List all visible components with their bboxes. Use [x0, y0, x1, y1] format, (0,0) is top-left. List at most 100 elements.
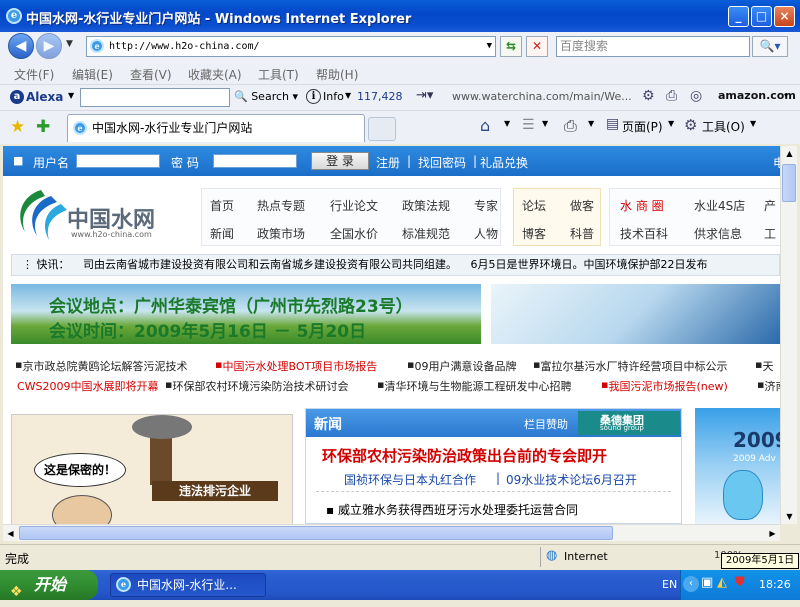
nav-guest[interactable]: 做客: [570, 197, 594, 214]
scroll-thumb-horizontal[interactable]: [19, 526, 613, 540]
home-icon[interactable]: ⌂: [480, 116, 490, 135]
close-button[interactable]: ×: [774, 6, 795, 27]
alexa-info-button[interactable]: Info: [323, 90, 344, 103]
address-bar[interactable]: e http://www.h2o-china.com/ ▼: [86, 36, 496, 57]
cartoon-image[interactable]: 这是保密的！ 违法排污企业: [11, 414, 293, 524]
scroll-left-icon[interactable]: ◀: [3, 526, 18, 541]
nav-hot-topics[interactable]: 热点专题: [257, 197, 305, 214]
ticker-item-2[interactable]: 6月5日是世界环境日。中国环境保护部22日发布: [471, 258, 708, 271]
nav-expert[interactable]: 专家: [474, 197, 498, 214]
alexa-search-input[interactable]: [80, 88, 230, 107]
feeds-icon[interactable]: ☰: [522, 117, 535, 133]
nav-news[interactable]: 新闻: [210, 225, 234, 242]
link-2-1[interactable]: CWS2009中国水展即将开幕: [17, 378, 159, 394]
title-bar[interactable]: e 中国水网-水行业专业门户网站 - Windows Internet Expl…: [0, 0, 800, 32]
banner-water-image[interactable]: [491, 284, 780, 344]
tab-active[interactable]: e 中国水网-水行业专业门户网站: [67, 114, 365, 142]
taskbar-ie-window[interactable]: e 中国水网-水行业...: [110, 573, 266, 597]
nav-standards[interactable]: 标准规范: [402, 225, 450, 242]
scroll-up-icon[interactable]: ▲: [782, 146, 797, 161]
tray-volume-icon[interactable]: ◭: [717, 575, 727, 590]
gift-link[interactable]: 礼品兑换: [480, 154, 528, 171]
nav-blog[interactable]: 博客: [522, 225, 546, 242]
horizontal-scrollbar[interactable]: ◀ ▶: [3, 524, 780, 541]
scroll-thumb-vertical[interactable]: [782, 164, 796, 202]
alexa-tool-icon[interactable]: ⚙: [642, 88, 655, 104]
find-password-link[interactable]: 找回密码: [418, 154, 466, 171]
history-dropdown-icon[interactable]: ▼: [66, 39, 73, 49]
feeds-dropdown-icon[interactable]: ▼: [542, 119, 548, 128]
nav-business-circle[interactable]: 水 商 圈: [620, 197, 664, 214]
nav-product[interactable]: 产: [764, 197, 776, 214]
print-icon[interactable]: ⎙: [564, 116, 577, 136]
favorites-star-icon[interactable]: ★: [10, 117, 25, 137]
nav-home[interactable]: 首页: [210, 197, 234, 214]
start-button[interactable]: ❖ 开始: [0, 570, 98, 600]
login-button[interactable]: 登 录: [311, 152, 369, 170]
ticker-item-1[interactable]: 司由云南省城市建设投资有限公司和云南省城乡建设投资有限公司共同组建。: [83, 258, 457, 271]
news-sub-2[interactable]: 09水业技术论坛6月召开: [506, 471, 637, 488]
tray-network-icon[interactable]: ▣: [701, 575, 713, 590]
nav-4s-store[interactable]: 水业4S店: [694, 197, 745, 214]
expo-ad[interactable]: 2009 2009 Adv: [695, 408, 780, 524]
register-link[interactable]: 注册: [376, 154, 400, 171]
scroll-right-icon[interactable]: ▶: [765, 526, 780, 541]
tray-expand-icon[interactable]: ‹: [683, 576, 699, 592]
news-headline[interactable]: 环保部农村污染防治政策出台前的专会即开: [322, 445, 607, 466]
maximize-button[interactable]: □: [751, 6, 772, 27]
alexa-search-button[interactable]: 🔍 Search ▾: [234, 90, 298, 103]
smoke: [132, 415, 192, 439]
minimize-button[interactable]: _: [728, 6, 749, 27]
clock[interactable]: 18:26: [759, 578, 791, 591]
menu-tools[interactable]: 工具(T): [258, 66, 299, 83]
search-input[interactable]: 百度搜索: [556, 36, 750, 57]
page-menu[interactable]: 页面(P): [622, 118, 663, 135]
alexa-dropdown-icon[interactable]: ▼: [68, 91, 74, 100]
vertical-scrollbar[interactable]: ▲ ▼: [780, 146, 797, 524]
scroll-down-icon[interactable]: ▼: [782, 509, 797, 524]
username-input[interactable]: [76, 154, 160, 168]
nav-engineering[interactable]: 工: [764, 225, 776, 242]
search-button[interactable]: 🔍▾: [752, 36, 788, 57]
conference-banner[interactable]: 会议地点：广州华泰宾馆（广州市先烈路23号） 会议时间：2009年5月16日 －…: [11, 284, 481, 344]
info-icon[interactable]: i: [306, 89, 321, 104]
alexa-print-icon[interactable]: ⎙: [666, 88, 677, 104]
tray-shield-icon[interactable]: ⛊: [735, 575, 745, 590]
home-dropdown-icon[interactable]: ▼: [504, 119, 510, 128]
tools-menu[interactable]: 工具(O): [702, 118, 745, 135]
news-title[interactable]: 新闻: [314, 414, 342, 434]
page-dropdown-icon[interactable]: ▼: [668, 119, 674, 128]
nav-market[interactable]: 政策市场: [257, 225, 305, 242]
stop-button[interactable]: ✕: [526, 36, 548, 57]
print-dropdown-icon[interactable]: ▼: [588, 119, 594, 128]
nav-science[interactable]: 科普: [570, 225, 594, 242]
refresh-button[interactable]: ⇆: [500, 36, 522, 57]
nav-wiki[interactable]: 技术百科: [620, 225, 668, 242]
menu-view[interactable]: 查看(V): [130, 66, 172, 83]
tab-page-icon: e: [73, 121, 87, 135]
menu-favorites[interactable]: 收藏夹(A): [188, 66, 242, 83]
address-dropdown-icon[interactable]: ▼: [487, 37, 492, 56]
info-dropdown-icon[interactable]: ▼: [345, 91, 351, 100]
password-input[interactable]: [213, 154, 297, 168]
back-button[interactable]: ◀: [8, 33, 34, 59]
nav-supply[interactable]: 供求信息: [694, 225, 742, 242]
language-indicator[interactable]: EN: [662, 578, 677, 591]
menu-help[interactable]: 帮助(H): [316, 66, 358, 83]
news-sub-1[interactable]: 国祯环保与日本丸红合作: [344, 471, 476, 488]
alexa-send-icon[interactable]: ⇥▾: [416, 88, 433, 103]
nav-policy[interactable]: 政策法规: [402, 197, 450, 214]
nav-forum[interactable]: 论坛: [522, 197, 546, 214]
nav-water-price[interactable]: 全国水价: [330, 225, 378, 242]
nav-papers[interactable]: 行业论文: [330, 197, 378, 214]
tools-dropdown-icon[interactable]: ▼: [750, 119, 756, 128]
sponsor-logo[interactable]: 桑德集团 sound group: [578, 411, 680, 435]
add-favorite-icon[interactable]: ✚: [36, 117, 50, 137]
menu-file[interactable]: 文件(F): [14, 66, 54, 83]
amazon-dropdown-icon[interactable]: ▾: [784, 91, 788, 100]
alexa-globe-icon[interactable]: ◎: [690, 88, 702, 104]
new-tab-button[interactable]: [368, 117, 396, 141]
menu-edit[interactable]: 编辑(E): [72, 66, 113, 83]
nav-people[interactable]: 人物: [474, 225, 498, 242]
forward-button[interactable]: ▶: [36, 33, 62, 59]
